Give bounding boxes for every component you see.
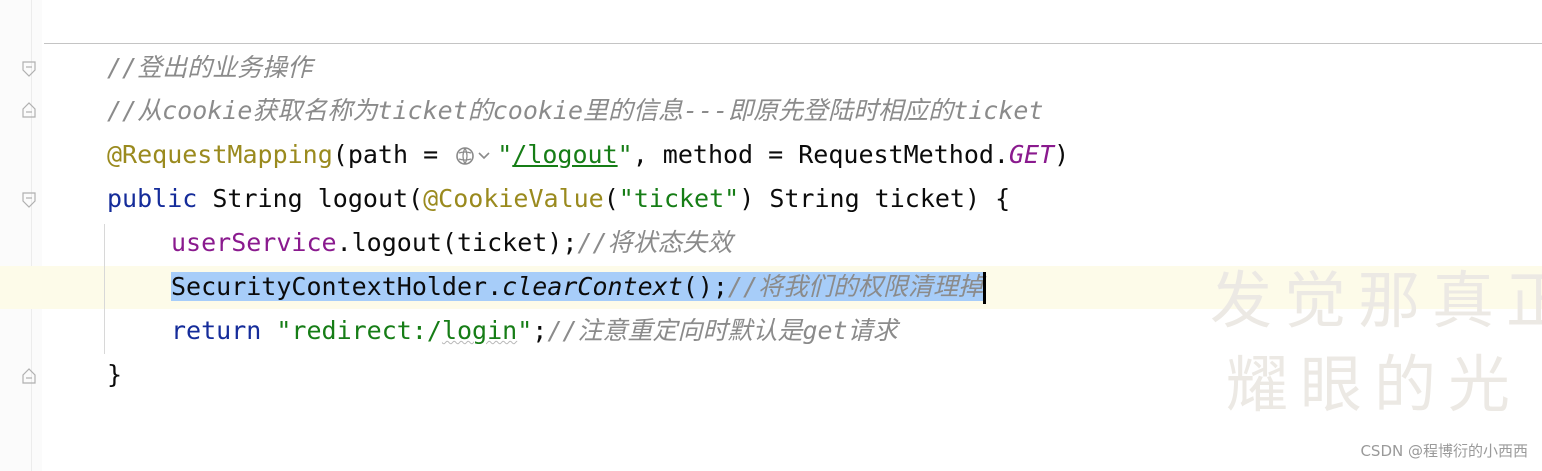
code-token: return [171,316,262,345]
code-token: , method = RequestMethod. [632,140,1009,169]
code-token: ) String ticket) { [739,184,1011,213]
code-token: ; [532,316,548,345]
code-token: " [617,140,633,169]
code-token: (); [682,272,728,301]
code-token: ) [1054,140,1070,169]
code-token: ( [603,184,619,213]
code-token: String [197,184,318,213]
code-line[interactable]: //从cookie获取名称为ticket的cookie里的信息---即原先登陆时… [107,89,1044,133]
code-token: //将我们的权限清理掉 [727,272,984,301]
code-line[interactable]: @RequestMapping(path = "/logout", method… [107,133,1069,177]
code-line[interactable]: } [107,353,122,397]
code-token: logout [317,184,409,213]
method-separator [44,43,1542,44]
code-token: //登出的业务操作 [107,53,313,82]
code-token: .logout(ticket); [336,228,578,257]
code-token: SecurityContextHolder. [171,272,503,301]
code-token: @RequestMapping [107,140,333,169]
indent-guide [104,224,105,354]
code-line[interactable]: SecurityContextHolder.clearContext();//将… [171,265,987,309]
code-line[interactable]: userService.logout(ticket);//将状态失效 [171,221,733,265]
code-token: " [497,140,513,169]
code-token: } [107,360,123,389]
code-line[interactable]: return "redirect:/login";//注意重定向时默认是get请… [171,309,898,353]
code-token: GET [1008,140,1055,169]
watermark-line-1: 发觉那真正 [1210,264,1542,337]
code-token: "ticket" [618,184,740,213]
code-token: //从cookie获取名称为ticket的cookie里的信息---即原先登陆时… [107,96,1044,125]
code-token: //将状态失效 [577,228,733,257]
code-line[interactable]: public String logout(@CookieValue("ticke… [107,177,1010,221]
code-token: ( [408,184,424,213]
code-token: userService [171,228,337,257]
fold-marker-icon[interactable] [22,61,36,77]
code-token: /logout [512,140,618,169]
code-token: //注意重定向时默认是get请求 [547,316,898,345]
code-token: clearContext [502,272,683,301]
code-line[interactable]: //登出的业务操作 [107,46,312,90]
code-token: " [517,316,533,345]
credit-watermark: CSDN @程博衍的小西西 [1360,442,1528,460]
code-token: (path = [332,140,454,169]
code-token: "redirect:/ [276,316,442,345]
fold-marker-icon[interactable] [22,368,36,384]
fold-marker-icon[interactable] [22,102,36,118]
globe-icon[interactable] [455,143,495,169]
code-token: @CookieValue [423,184,604,213]
fold-marker-icon[interactable] [22,192,36,208]
watermark-line-2: 耀眼的光 [1226,348,1523,421]
code-token: login [441,316,518,345]
text-caret [983,272,987,304]
code-token: public [107,184,198,213]
